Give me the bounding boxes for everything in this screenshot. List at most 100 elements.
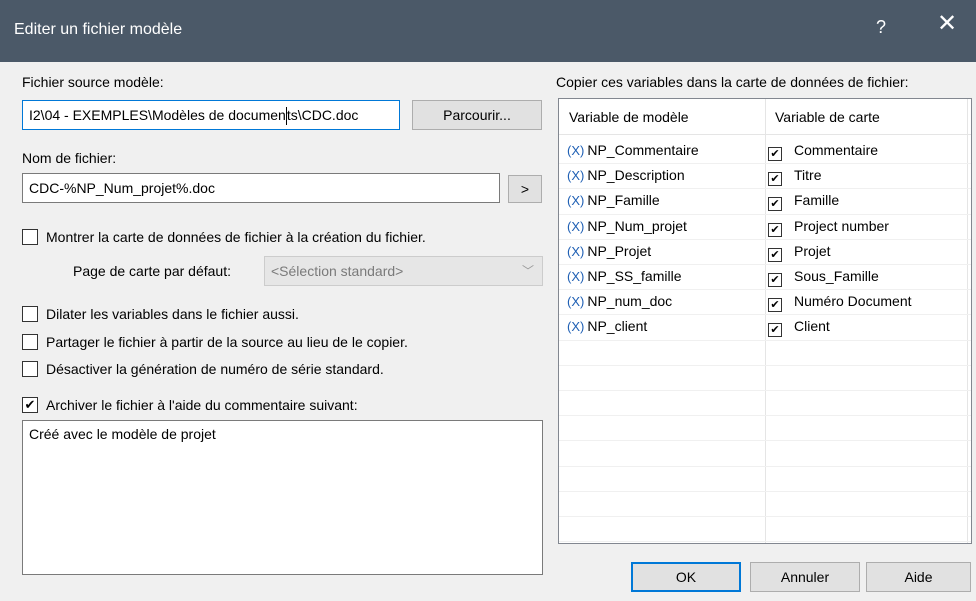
checkbox-checked-icon[interactable]: ✔ <box>768 197 782 212</box>
card-variable-name: Commentaire <box>794 142 879 158</box>
default-page-select: <Sélection standard> ﹀ <box>264 256 543 286</box>
table-row-template-variable[interactable]: (X) NP_Num_projet <box>567 218 687 234</box>
row-divider <box>559 238 971 240</box>
row-divider <box>559 440 971 442</box>
checkbox-checked-icon[interactable]: ✔ <box>768 222 782 237</box>
mapping-label: Copier ces variables dans la carte de do… <box>556 74 909 90</box>
variable-icon: (X) <box>567 143 585 158</box>
title-bar: Editer un fichier modèle ? ✕ <box>0 0 976 62</box>
checkbox-checked-icon[interactable]: ✔ <box>768 147 782 161</box>
card-variable-name: Sous_Famille <box>794 268 879 284</box>
dialog-title: Editer un fichier modèle <box>14 21 183 38</box>
table-row-template-variable[interactable]: (X) NP_num_doc <box>567 293 672 309</box>
column-header-card: Variable de carte <box>775 109 880 125</box>
cancel-button[interactable]: Annuler <box>750 562 860 592</box>
card-variable-name: Famille <box>794 192 840 209</box>
archive-comment-textarea[interactable]: Créé avec le modèle de projet <box>22 420 543 575</box>
help-button[interactable]: Aide <box>866 562 971 592</box>
table-row-template-variable[interactable]: (X) NP_Description <box>567 167 685 183</box>
table-row-card-variable[interactable]: ✔ Project number <box>768 218 889 237</box>
insert-variable-button[interactable]: > <box>508 175 542 203</box>
show-card-checkbox[interactable] <box>22 229 38 245</box>
filename-label: Nom de fichier: <box>22 150 117 166</box>
browse-button[interactable]: Parcourir... <box>412 100 542 130</box>
default-page-label: Page de carte par défaut: <box>73 263 231 279</box>
row-divider <box>559 415 971 417</box>
ok-button[interactable]: OK <box>631 562 741 592</box>
variable-icon: (X) <box>567 269 585 284</box>
table-row-card-variable[interactable]: ✔ Projet <box>768 243 831 262</box>
share-file-label: Partager le fichier à partir de la sourc… <box>46 334 408 350</box>
source-file-value-end: ts\CDC.doc <box>286 107 359 123</box>
table-row-card-variable[interactable]: ✔ Titre <box>768 167 822 187</box>
table-row-template-variable[interactable]: (X) NP_Commentaire <box>567 142 699 158</box>
table-row-template-variable[interactable]: (X) NP_SS_famille <box>567 268 682 284</box>
template-variable-name: NP_SS_famille <box>587 268 682 284</box>
card-variable-name: Numéro Document <box>794 293 912 310</box>
help-icon[interactable]: ? <box>876 17 886 38</box>
close-icon[interactable]: ✕ <box>937 12 957 36</box>
row-divider <box>559 490 971 492</box>
row-divider <box>559 390 971 391</box>
checkbox-checked-icon[interactable]: ✔ <box>768 298 782 313</box>
table-row-card-variable[interactable]: ✔ Sous_Famille <box>768 268 879 287</box>
table-row-template-variable[interactable]: (X) NP_Famille <box>567 192 660 208</box>
variable-icon: (X) <box>567 294 585 310</box>
table-row-template-variable[interactable]: (X) NP_client <box>567 318 647 334</box>
template-variable-name: NP_Description <box>587 167 685 184</box>
card-variable-name: Titre <box>794 167 822 184</box>
row-divider <box>559 516 971 517</box>
disable-serial-label: Désactiver la génération de numéro de sé… <box>46 361 384 377</box>
template-variable-name: NP_client <box>587 318 648 335</box>
row-divider <box>559 289 971 291</box>
variable-mapping-table[interactable]: Variable de modèle Variable de carte (X)… <box>558 98 972 544</box>
card-variable-name: Project number <box>794 217 889 234</box>
card-variable-name: Projet <box>794 242 831 259</box>
variable-icon: (X) <box>567 319 585 335</box>
card-variable-name: Client <box>794 318 830 335</box>
template-variable-name: NP_num_doc <box>587 293 673 310</box>
filename-input[interactable]: CDC-%NP_Num_projet%.doc <box>22 173 500 203</box>
source-file-value-start: I2\04 - EXEMPLES\Modèles de documen <box>29 107 286 123</box>
row-divider <box>559 339 971 341</box>
template-variable-name: NP_Projet <box>587 242 652 259</box>
variable-icon: (X) <box>567 218 585 234</box>
source-file-input[interactable]: I2\04 - EXEMPLES\Modèles de documents\CD… <box>22 100 400 130</box>
table-row-template-variable[interactable]: (X) NP_Projet <box>567 243 651 259</box>
row-divider <box>559 364 971 366</box>
row-divider <box>559 541 971 543</box>
variable-icon: (X) <box>567 168 585 184</box>
variable-icon: (X) <box>567 243 585 259</box>
table-row-card-variable[interactable]: ✔ Numéro Document <box>768 293 912 313</box>
template-variable-name: NP_Famille <box>587 192 660 209</box>
row-divider <box>559 465 971 467</box>
archive-checkbox[interactable]: ✔ <box>22 397 38 413</box>
checkbox-checked-icon[interactable]: ✔ <box>768 273 782 287</box>
template-variable-name: NP_Commentaire <box>587 142 699 158</box>
row-divider <box>559 188 971 190</box>
default-page-value: <Sélection standard> <box>271 263 404 279</box>
table-row-card-variable[interactable]: ✔ Client <box>768 318 830 338</box>
share-file-checkbox[interactable] <box>22 334 38 350</box>
expand-variables-label: Dilater les variables dans le fichier au… <box>46 306 299 322</box>
archive-label: Archiver le fichier à l'aide du commenta… <box>46 397 358 413</box>
table-row-card-variable[interactable]: ✔ Famille <box>768 192 840 212</box>
expand-variables-checkbox[interactable] <box>22 306 38 322</box>
chevron-down-icon: ﹀ <box>521 264 534 278</box>
source-file-label: Fichier source modèle: <box>22 74 164 90</box>
row-divider <box>559 314 971 316</box>
row-divider <box>559 264 971 265</box>
checkbox-checked-icon[interactable]: ✔ <box>768 247 782 262</box>
column-divider <box>967 99 968 543</box>
row-divider <box>559 213 971 215</box>
variable-icon: (X) <box>567 193 585 209</box>
row-divider <box>559 163 971 165</box>
show-card-label: Montrer la carte de données de fichier à… <box>46 229 426 245</box>
disable-serial-checkbox[interactable] <box>22 361 38 377</box>
column-header-template: Variable de modèle <box>569 109 689 125</box>
table-row-card-variable[interactable]: ✔ Commentaire <box>768 142 878 161</box>
template-variable-name: NP_Num_projet <box>587 217 687 234</box>
checkbox-checked-icon[interactable]: ✔ <box>768 172 782 187</box>
checkbox-checked-icon[interactable]: ✔ <box>768 323 782 338</box>
column-divider <box>765 99 766 543</box>
